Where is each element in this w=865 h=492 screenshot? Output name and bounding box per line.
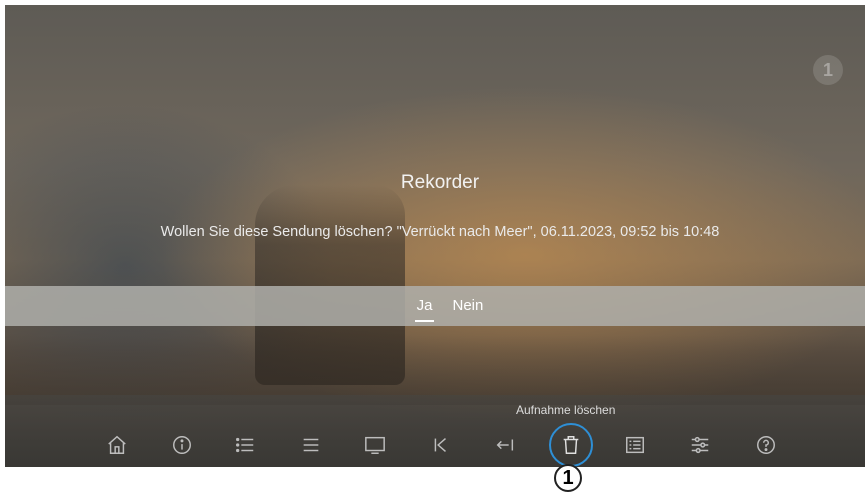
option-no[interactable]: Nein <box>450 295 485 318</box>
info-icon[interactable] <box>164 427 200 463</box>
dialog-title: Rekorder <box>400 172 480 193</box>
option-yes[interactable]: Ja <box>414 295 435 322</box>
help-icon[interactable] <box>748 427 784 463</box>
skip-back-icon[interactable] <box>422 427 458 463</box>
trash-icon[interactable] <box>549 423 593 467</box>
channel-logo: 1 <box>813 55 843 85</box>
dialog-message: Wollen Sie diese Sendung löschen? "Verrü… <box>160 224 720 240</box>
tv-icon[interactable] <box>357 427 393 463</box>
focused-action-caption: Aufnahme löschen <box>516 403 616 417</box>
settings-sliders-icon[interactable] <box>682 427 718 463</box>
teletext-icon[interactable] <box>617 427 653 463</box>
list-icon[interactable] <box>227 427 263 463</box>
home-icon[interactable] <box>99 427 135 463</box>
confirm-choice-bar: Ja Nein <box>5 286 865 326</box>
menu-icon[interactable] <box>293 427 329 463</box>
callout-badge: 1 <box>554 464 582 492</box>
back-arrow-icon[interactable] <box>487 427 523 463</box>
